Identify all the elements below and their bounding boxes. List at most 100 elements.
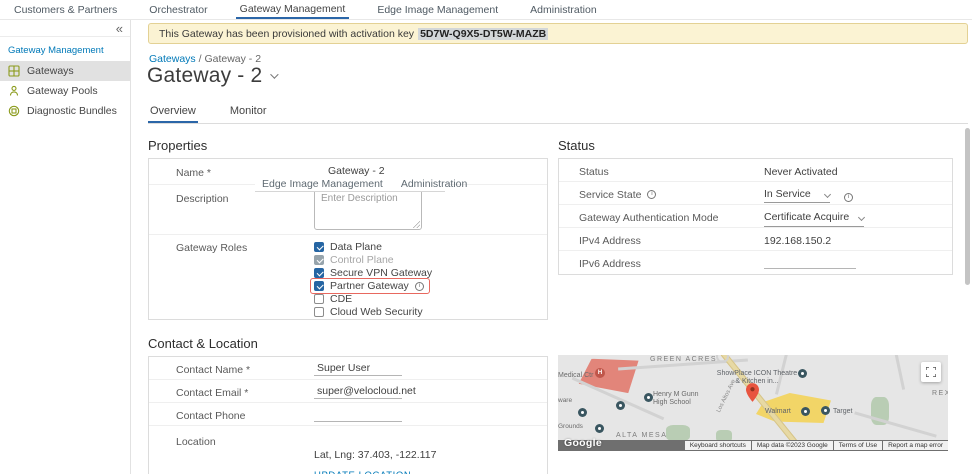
location-map[interactable]: GREEN ACRES Medical Ctr ware Henry M Gun… [558,355,948,451]
map-road [893,355,906,390]
properties-heading: Properties [148,138,208,153]
map-label-rex: REX [932,390,948,397]
diagnostic-bundles-icon [8,105,20,117]
map-poi-pin[interactable] [616,401,625,410]
location-value-stack: Lat, Lng: 37.403, -122.117 UPDATE LOCATI… [314,426,436,474]
nav-administration[interactable]: Administration [526,0,601,19]
resize-grip-icon[interactable] [413,221,420,228]
description-textarea[interactable]: Enter Description [314,188,422,230]
role-control-plane: Control Plane [314,253,432,266]
gateway-roles-list: Data Plane Control Plane Secure VPN Gate… [310,235,432,319]
nav-orchestrator[interactable]: Orchestrator [145,0,211,19]
map-label-grounds: Grounds [558,423,583,430]
contact-email-input[interactable]: super@velocloud.net [314,385,416,399]
map-label-ware: ware [558,397,573,404]
map-poi-pin[interactable] [821,406,830,415]
map-label-henry-gunn: Henry M Gunn High School [653,391,699,407]
ipv4-address-value: 192.168.150.2 [764,235,832,247]
gateway-auth-mode-label: Gateway Authentication Mode [579,212,719,224]
nav-customers-partners[interactable]: Customers & Partners [10,0,121,19]
google-logo: Google [564,437,602,449]
map-poi-pin[interactable] [798,369,807,378]
location-row: Location Lat, Lng: 37.403, -122.117 UPDA… [149,426,547,474]
gateway-roles-row: Gateway Roles Data Plane Control Plane S… [149,235,547,319]
sidebar: « Gateway Management Gateways Gateway Po… [0,20,131,474]
data-plane-checkbox[interactable] [314,241,324,252]
contact-phone-label: Contact Phone [176,410,246,422]
map-poi-pin[interactable] [801,407,810,416]
chevron-down-icon [857,213,866,221]
report-map-error-link[interactable]: Report a map error [883,441,948,450]
location-pin-icon[interactable] [746,383,759,402]
tab-overview[interactable]: Overview [148,105,198,123]
tab-bar: Overview Monitor [148,105,968,124]
contact-name-input[interactable]: Super User [314,362,402,376]
contact-location-section: Contact & Location Contact Name * Super … [148,336,548,474]
keyboard-shortcuts-link[interactable]: Keyboard shortcuts [684,441,751,450]
vertical-scrollbar[interactable] [965,128,970,285]
service-state-select[interactable]: In Service [764,188,832,203]
service-state-row: Service State i In Service i [559,182,952,205]
ipv6-address-input[interactable] [764,251,856,269]
contact-location-heading: Contact & Location [148,336,258,351]
map-poi-pin[interactable] [578,408,587,417]
role-label: Partner Gateway [330,280,409,293]
map-park [666,425,690,441]
service-state-value-info-icon[interactable]: i [844,192,853,202]
map-label-medical-ctr: Medical Ctr [558,372,594,379]
partner-gateway-highlight-box: Partner Gateway i [310,278,430,295]
map-poi-pin[interactable] [644,393,653,402]
tab-monitor[interactable]: Monitor [228,105,269,123]
nav-edge-image-management[interactable]: Edge Image Management [373,0,502,19]
cloud-web-security-checkbox[interactable] [314,307,324,318]
map-fullscreen-button[interactable] [921,362,941,382]
ipv4-address-label: IPv4 Address [579,235,641,247]
map-data-label: Map data ©2023 Google [751,441,833,450]
sidebar-item-diagnostic-bundles[interactable]: Diagnostic Bundles [0,101,130,121]
role-data-plane: Data Plane [314,240,432,253]
page-title: Gateway - 2 [147,64,280,88]
map-poi-pin[interactable] [595,424,604,433]
status-label: Status [579,166,609,178]
nav-gateway-management[interactable]: Gateway Management [235,0,350,19]
sidebar-item-label: Gateways [27,65,74,77]
service-state-label: Service State [579,189,642,201]
service-state-value-wrap: In Service i [764,182,853,204]
role-label: Cloud Web Security [330,306,423,319]
status-value: Never Activated [764,166,838,178]
hospital-marker-icon: H [595,368,605,378]
partner-gateway-checkbox[interactable] [314,281,324,292]
update-location-link[interactable]: UPDATE LOCATION [314,470,436,474]
terms-of-use-link[interactable]: Terms of Use [833,441,883,450]
service-state-value: In Service [764,188,811,200]
sidebar-item-label: Diagnostic Bundles [27,105,117,117]
status-row: Status Never Activated [559,159,952,182]
activation-key: 5D7W-Q9X5-DT5W-MAZB [418,27,549,40]
right-column: Status Status Never Activated Service St… [558,138,953,451]
cde-checkbox[interactable] [314,294,324,305]
main-content: This Gateway has been provisioned with a… [131,20,972,474]
secure-vpn-gateway-checkbox[interactable] [314,267,324,278]
page-title-text: Gateway - 2 [147,64,263,87]
sidebar-collapse-icon[interactable]: « [116,22,123,35]
ghost-nav-item: Administration [400,178,468,190]
contact-phone-row: Contact Phone [149,403,547,426]
gateway-auth-mode-row: Gateway Authentication Mode Certificate … [559,205,952,228]
title-dropdown-icon[interactable] [270,70,280,79]
sidebar-item-gateway-pools[interactable]: Gateway Pools [0,81,130,101]
partner-gateway-info-icon[interactable]: i [414,281,424,291]
role-partner-gateway: Partner Gateway i [310,278,432,295]
contact-phone-input[interactable] [314,408,402,422]
ghost-nav-artifact: Edge Image Management Administration [255,177,467,192]
app-window: Customers & Partners Orchestrator Gatewa… [0,0,972,474]
location-label: Location [176,436,216,448]
map-attribution: Keyboard shortcuts Map data ©2023 Google… [684,441,948,450]
chevron-down-icon [823,190,832,198]
status-heading: Status [558,138,595,153]
gateway-auth-mode-select[interactable]: Certificate Acquire [764,210,866,227]
sidebar-item-gateways[interactable]: Gateways [0,61,130,81]
service-state-label-info-icon[interactable]: i [647,190,657,199]
role-label: CDE [330,293,353,306]
contact-email-row: Contact Email * super@velocloud.net [149,380,547,403]
lat-lng-value: Lat, Lng: 37.403, -122.117 [314,449,437,461]
